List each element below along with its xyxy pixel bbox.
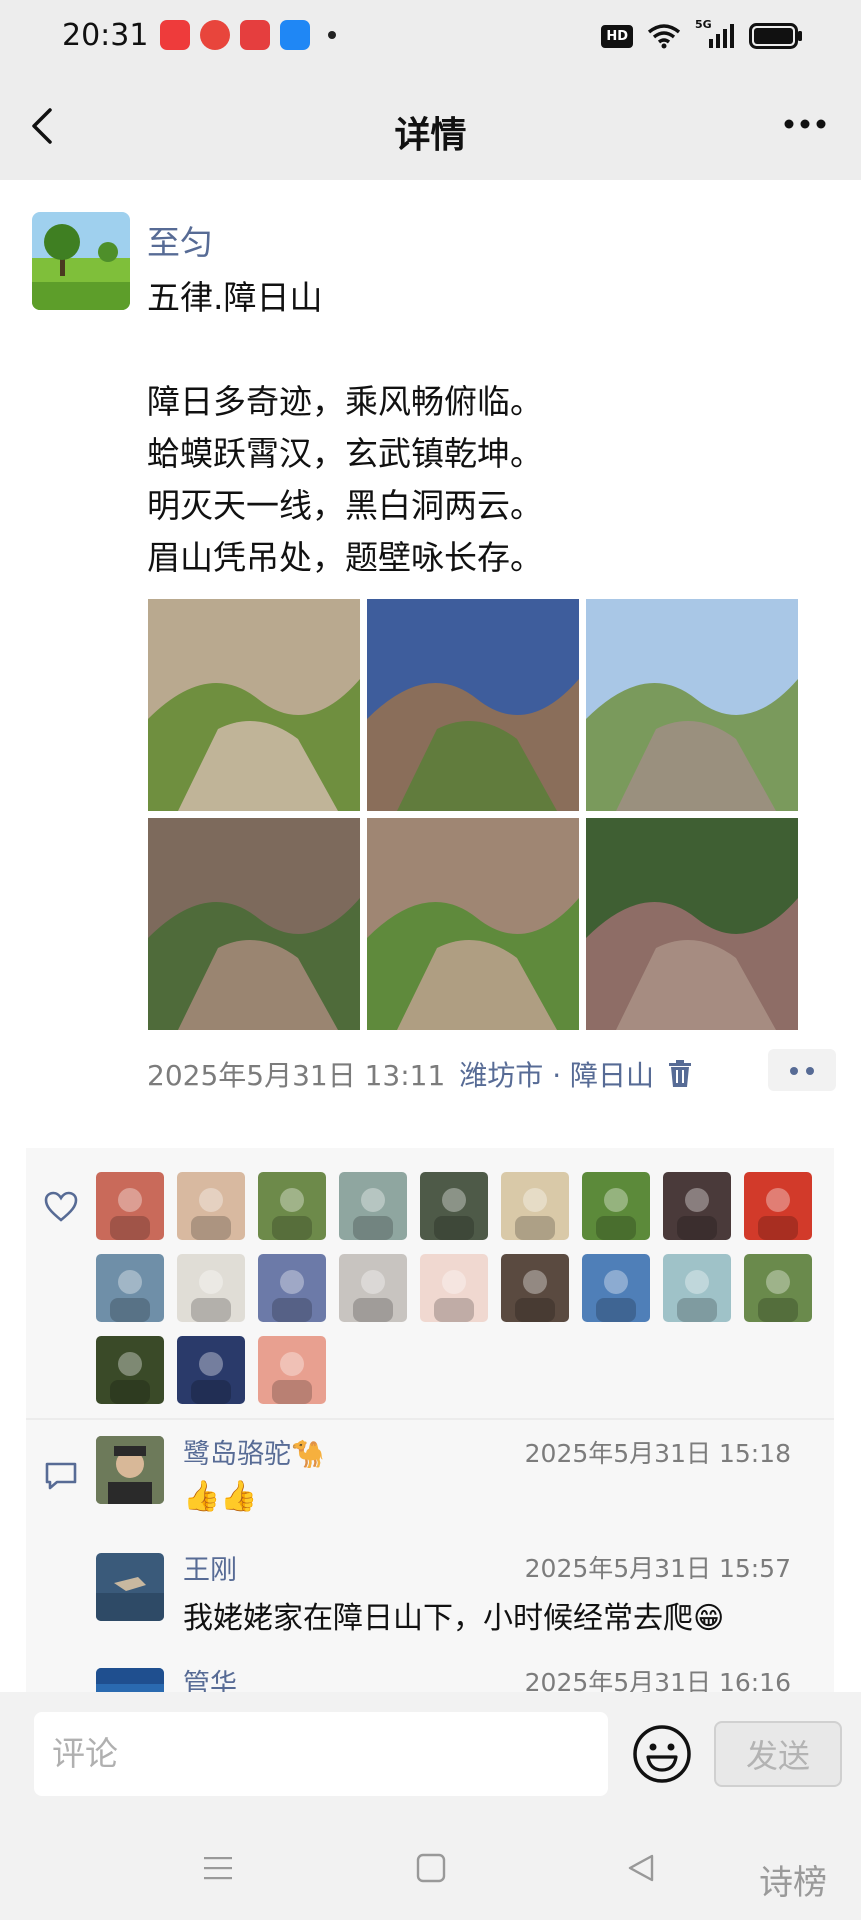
comment-text: 我姥姥家在障日山下，小时候经常去爬😁 <box>183 1601 725 1636</box>
send-button[interactable]: 发送 <box>714 1721 842 1787</box>
post-timestamp: 2025年5月31日 13:11 <box>147 1059 446 1092</box>
liker-avatar[interactable] <box>258 1172 326 1240</box>
hd-icon: HD <box>601 24 633 48</box>
notification-dot-icon <box>328 31 336 39</box>
post-text: 五律.障日山 障日多奇迹，乘风畅俯临。 蛤蟆跃霄汉，玄武镇乾坤。 明灭天一线，黑… <box>147 278 543 577</box>
cellular-signal-icon: 5G <box>695 18 735 50</box>
recent-apps-icon[interactable] <box>203 1853 233 1883</box>
liker-avatar[interactable] <box>582 1254 650 1322</box>
blue-app-icon <box>280 20 310 50</box>
liker-avatar[interactable] <box>582 1172 650 1240</box>
liker-avatar[interactable] <box>96 1254 164 1322</box>
comment-time: 2025年5月31日 15:57 <box>524 1554 791 1583</box>
status-indicators: HD 5G <box>601 18 803 50</box>
comment-author[interactable]: 王刚 <box>183 1548 237 1587</box>
heart-icon <box>44 1191 78 1222</box>
liker-avatar[interactable] <box>96 1172 164 1240</box>
liker-avatar[interactable] <box>501 1172 569 1240</box>
panel-divider <box>26 1418 834 1420</box>
liker-avatar[interactable] <box>177 1172 245 1240</box>
liker-avatar[interactable] <box>339 1254 407 1322</box>
system-back-icon[interactable] <box>626 1853 656 1883</box>
liker-avatar[interactable] <box>420 1172 488 1240</box>
liker-avatar[interactable] <box>663 1172 731 1240</box>
comment-avatar[interactable] <box>96 1436 164 1504</box>
battery-icon <box>749 23 802 49</box>
photo-group-on-cliff[interactable] <box>586 818 798 1030</box>
photo-cliff-overhang[interactable] <box>367 599 579 811</box>
comment-avatar[interactable] <box>96 1553 164 1621</box>
toutiao-app-icon <box>160 20 190 50</box>
home-icon[interactable] <box>416 1853 446 1883</box>
liker-avatar[interactable] <box>258 1254 326 1322</box>
comment-time: 2025年5月31日 16:16 <box>524 1668 791 1692</box>
comment-time: 2025年5月31日 15:18 <box>524 1439 791 1468</box>
liker-avatar[interactable] <box>339 1172 407 1240</box>
status-time: 20:31 <box>62 18 149 53</box>
comment-icon <box>45 1462 77 1490</box>
comment-avatar[interactable] <box>96 1668 164 1692</box>
likes-avatar-grid <box>96 1172 816 1404</box>
liker-avatar[interactable] <box>744 1172 812 1240</box>
photo-rock-face[interactable] <box>367 818 579 1030</box>
trash-icon[interactable] <box>668 1060 692 1088</box>
watermark-text: 诗榜 <box>759 1863 827 1903</box>
status-app-icons <box>160 20 336 50</box>
post-location[interactable]: 潍坊市 · 障日山 <box>459 1054 654 1094</box>
page-title: 详情 <box>394 115 467 156</box>
photo-rocky-ridge[interactable] <box>148 818 360 1030</box>
photo-mountain-peak[interactable] <box>586 599 798 811</box>
comment-author[interactable]: 鹭岛骆驼🐪 <box>183 1432 325 1471</box>
liker-avatar[interactable] <box>177 1254 245 1322</box>
author-name[interactable]: 至匀 <box>147 216 213 264</box>
comment-text: 👍👍 <box>183 1479 258 1514</box>
liker-avatar[interactable] <box>420 1254 488 1322</box>
post-meta: 2025年5月31日 13:11 潍坊市 · 障日山 <box>147 1054 692 1094</box>
wifi-icon <box>647 24 681 49</box>
liker-avatar[interactable] <box>663 1254 731 1322</box>
liker-avatar[interactable] <box>744 1254 812 1322</box>
emoji-icon[interactable] <box>632 1724 692 1784</box>
comment-author[interactable]: 管华 <box>183 1662 237 1692</box>
red-heart-app-icon <box>200 20 230 50</box>
post-actions-button[interactable] <box>768 1049 836 1091</box>
author-avatar[interactable] <box>32 212 130 310</box>
liker-avatar[interactable] <box>96 1336 164 1404</box>
photo-grid <box>148 599 800 1030</box>
comment-input[interactable] <box>34 1712 608 1796</box>
liker-avatar[interactable] <box>501 1254 569 1322</box>
liker-avatar[interactable] <box>258 1336 326 1404</box>
pinduoduo-app-icon <box>240 20 270 50</box>
more-options-icon[interactable] <box>783 114 827 134</box>
liker-avatar[interactable] <box>177 1336 245 1404</box>
photo-inscribed-rock[interactable] <box>148 599 360 811</box>
comment-clip: 管华 2025年5月31日 16:16 <box>0 1648 861 1692</box>
